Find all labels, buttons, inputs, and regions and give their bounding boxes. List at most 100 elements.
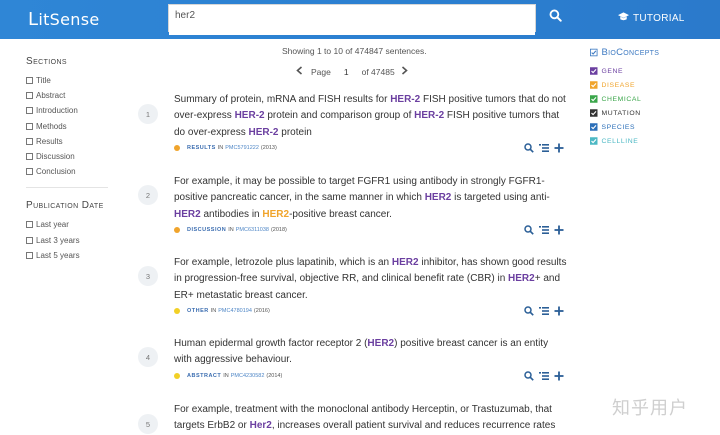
bioconcepts-toggle[interactable]: BioConcepts — [590, 47, 659, 58]
filter-label: Title — [36, 76, 51, 86]
search-similar-icon[interactable] — [524, 225, 534, 235]
section-dot — [174, 227, 180, 233]
prev-page-icon[interactable] — [296, 66, 303, 77]
checkbox[interactable] — [26, 77, 33, 85]
disease-mention[interactable]: HER2 — [262, 209, 289, 220]
in-label: IN — [228, 227, 234, 233]
checkbox[interactable] — [26, 153, 33, 161]
filter-methods[interactable]: Methods — [26, 119, 134, 134]
filter-abstract[interactable]: Abstract — [26, 88, 134, 103]
checkbox[interactable] — [26, 137, 33, 145]
checkbox[interactable] — [26, 122, 33, 130]
checkbox[interactable] — [26, 251, 33, 259]
page-label: Page — [311, 66, 331, 77]
concept-cellline[interactable]: CELLLINE — [590, 134, 659, 148]
gene-mention[interactable]: HER-2 — [248, 127, 278, 138]
pagination: Page 1 of 47485 — [296, 66, 408, 77]
sentence-text: is targeted using anti- — [451, 192, 550, 204]
checkbox[interactable] — [26, 236, 33, 244]
tutorial-button[interactable]: TUTORIAL — [618, 12, 685, 25]
checkbox[interactable] — [26, 221, 33, 229]
list-icon[interactable] — [539, 306, 549, 316]
checkbox[interactable] — [26, 107, 33, 115]
filter-title[interactable]: Title — [26, 73, 134, 88]
concept-species[interactable]: SPECIES — [590, 120, 659, 134]
sentence-text: For example, letrozole plus lapatinib, w… — [174, 257, 392, 268]
add-icon[interactable] — [554, 143, 564, 153]
top-bar: LitSense TUTORIAL — [0, 0, 720, 39]
checkbox-checked-icon[interactable] — [590, 48, 598, 57]
checkbox-checked-icon[interactable] — [590, 109, 598, 117]
filter-discussion[interactable]: Discussion — [26, 149, 134, 164]
section-dot — [174, 373, 180, 379]
search-field[interactable] — [168, 4, 536, 35]
section-tag: ABSTRACT — [187, 373, 222, 379]
filter-last-5-years[interactable]: Last 5 years — [26, 248, 134, 263]
search-input[interactable] — [169, 8, 535, 35]
litsense-logo[interactable]: LitSense — [28, 9, 99, 30]
checkbox[interactable] — [26, 168, 33, 176]
result-actions — [524, 306, 564, 316]
checkbox-checked-icon[interactable] — [590, 67, 598, 75]
search-similar-icon[interactable] — [524, 306, 534, 316]
add-icon[interactable] — [554, 371, 564, 381]
gene-mention[interactable]: HER-2 — [235, 110, 265, 121]
graduation-cap-icon — [618, 12, 629, 25]
logo-text: itSense — [38, 10, 100, 29]
search-similar-icon[interactable] — [524, 371, 534, 381]
checkbox-checked-icon[interactable] — [590, 137, 598, 145]
filter-label: Results — [36, 136, 63, 146]
filter-last-year[interactable]: Last year — [26, 217, 134, 232]
bioconcepts-panel: BioConcepts GENE DISEASE CHEMICAL MUTATI… — [590, 47, 659, 148]
pmc-link[interactable]: PMC6311038 — [236, 227, 269, 233]
checkbox-checked-icon[interactable] — [590, 81, 598, 89]
in-label: IN — [223, 373, 229, 379]
filter-results[interactable]: Results — [26, 134, 134, 149]
checkbox-checked-icon[interactable] — [590, 95, 598, 103]
next-page-icon[interactable] — [401, 66, 408, 77]
list-icon[interactable] — [539, 371, 549, 381]
gene-mention[interactable]: HER2 — [392, 257, 419, 268]
filter-label: Introduction — [36, 106, 78, 116]
concept-mutation[interactable]: MUTATION — [590, 106, 659, 120]
add-icon[interactable] — [554, 225, 564, 235]
concept-gene[interactable]: GENE — [590, 64, 659, 78]
result-number: 1 — [138, 104, 158, 124]
filter-label: Last year — [36, 220, 69, 230]
pmc-link[interactable]: PMC4230582 — [231, 373, 265, 379]
pub-year: (2018) — [270, 227, 287, 233]
add-icon[interactable] — [554, 306, 564, 316]
list-icon[interactable] — [539, 143, 549, 153]
publication-date-title: Publication Date — [26, 200, 104, 212]
list-icon[interactable] — [539, 225, 549, 235]
search-similar-icon[interactable] — [524, 143, 534, 153]
filter-label: Last 5 years — [36, 250, 80, 260]
concept-disease[interactable]: DISEASE — [590, 78, 659, 92]
gene-mention[interactable]: HER-2 — [414, 110, 444, 121]
result-number: 4 — [138, 347, 158, 367]
result-meta: DISCUSSION IN PMC6311038 (2018) — [174, 227, 287, 233]
gene-mention[interactable]: HER2 — [174, 209, 201, 220]
concept-label: SPECIES — [601, 123, 636, 131]
filter-last-3-years[interactable]: Last 3 years — [26, 233, 134, 248]
filters-sidebar: Sections Title Abstract Introduction Met… — [26, 56, 134, 263]
checkbox-checked-icon[interactable] — [590, 123, 598, 131]
search-button[interactable] — [538, 4, 572, 32]
gene-mention[interactable]: HER2 — [367, 338, 394, 349]
gene-mention[interactable]: HER-2 — [390, 94, 420, 105]
sentence-text: protein and comparison group of — [264, 110, 415, 122]
checkbox[interactable] — [26, 92, 33, 100]
pmc-link[interactable]: PMC4780194 — [218, 308, 252, 314]
results-count: Showing 1 to 10 of 474847 sentences. — [282, 46, 427, 56]
gene-mention[interactable]: HER2 — [425, 192, 452, 203]
concept-chemical[interactable]: CHEMICAL — [590, 92, 659, 106]
concept-label: MUTATION — [601, 109, 641, 117]
sections-title: Sections — [26, 56, 67, 67]
filter-introduction[interactable]: Introduction — [26, 103, 134, 118]
gene-mention[interactable]: HER2 — [508, 273, 535, 284]
search-icon — [549, 9, 562, 27]
pmc-link[interactable]: PMC5791222 — [225, 145, 259, 151]
filter-conclusion[interactable]: Conclusion — [26, 164, 134, 179]
page-number-input[interactable]: 1 — [344, 67, 349, 77]
result-meta: OTHER IN PMC4780194 (2016) — [174, 308, 270, 314]
